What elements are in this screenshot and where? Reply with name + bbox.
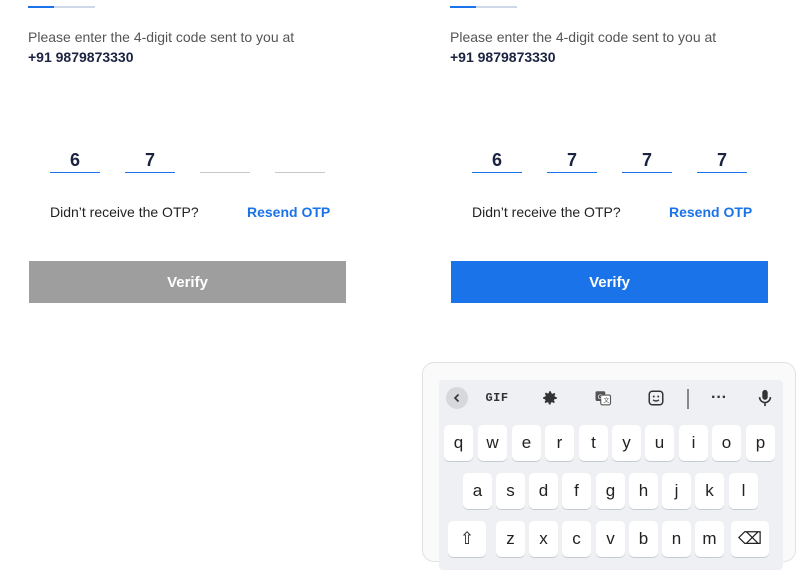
otp-digit-3[interactable]: 7 [622, 149, 672, 173]
key-u[interactable]: u [645, 425, 674, 461]
key-n[interactable]: n [662, 521, 691, 557]
key-f[interactable]: f [562, 473, 591, 509]
key-a[interactable]: a [463, 473, 492, 509]
keyboard-body: GIF G文 ··· q w e r t y u i o p a s d f g… [439, 380, 783, 570]
key-p[interactable]: p [746, 425, 775, 461]
key-k[interactable]: k [695, 473, 724, 509]
instruction-label: Please enter the 4-digit code sent to yo… [450, 29, 717, 45]
otp-digit-2[interactable]: 7 [547, 149, 597, 173]
key-y[interactable]: y [612, 425, 641, 461]
key-m[interactable]: m [695, 521, 724, 557]
instruction-text: Please enter the 4-digit code sent to yo… [450, 27, 716, 67]
instruction-text: Please enter the 4-digit code sent to yo… [28, 27, 294, 67]
back-icon[interactable] [439, 380, 475, 416]
otp-digit-1[interactable]: 6 [50, 149, 100, 173]
otp-digit-4[interactable]: 7 [697, 149, 747, 173]
verify-button[interactable]: Verify [29, 261, 346, 303]
instruction-label: Please enter the 4-digit code sent to yo… [28, 29, 295, 45]
key-e[interactable]: e [512, 425, 541, 461]
otp-digit-1[interactable]: 6 [472, 149, 522, 173]
key-i[interactable]: i [679, 425, 708, 461]
more-icon[interactable]: ··· [701, 380, 737, 416]
microphone-icon[interactable] [747, 380, 783, 416]
soft-keyboard: GIF G文 ··· q w e r t y u i o p a s d f g… [422, 362, 796, 570]
gif-label: GIF [485, 391, 509, 405]
key-x[interactable]: x [529, 521, 558, 557]
otp-digit-3[interactable] [200, 149, 250, 173]
phone-number: +91 9879873330 [450, 49, 556, 65]
didnt-receive-text: Didn’t receive the OTP? [50, 204, 199, 220]
progress-bar [450, 6, 517, 8]
svg-text:G: G [598, 394, 603, 401]
progress-fill [450, 6, 476, 8]
progress-fill [28, 6, 54, 8]
key-r[interactable]: r [545, 425, 574, 461]
key-l[interactable]: l [729, 473, 758, 509]
shift-key[interactable]: ⇧ [448, 521, 486, 557]
otp-digit-2[interactable]: 7 [125, 149, 175, 173]
progress-bar [28, 6, 95, 8]
sticker-icon[interactable] [638, 380, 674, 416]
key-c[interactable]: c [562, 521, 591, 557]
phone-number: +91 9879873330 [28, 49, 134, 65]
key-b[interactable]: b [629, 521, 658, 557]
resend-otp-link[interactable]: Resend OTP [669, 204, 752, 220]
key-z[interactable]: z [496, 521, 525, 557]
key-d[interactable]: d [529, 473, 558, 509]
key-w[interactable]: w [478, 425, 507, 461]
key-g[interactable]: g [596, 473, 625, 509]
key-o[interactable]: o [712, 425, 741, 461]
didnt-receive-text: Didn’t receive the OTP? [472, 204, 621, 220]
otp-screen-partial: Please enter the 4-digit code sent to yo… [28, 0, 388, 540]
settings-icon[interactable] [532, 380, 568, 416]
key-j[interactable]: j [662, 473, 691, 509]
key-h[interactable]: h [629, 473, 658, 509]
resend-otp-link[interactable]: Resend OTP [247, 204, 330, 220]
key-s[interactable]: s [496, 473, 525, 509]
key-t[interactable]: t [579, 425, 608, 461]
svg-text:文: 文 [603, 397, 609, 405]
key-q[interactable]: q [444, 425, 473, 461]
key-v[interactable]: v [596, 521, 625, 557]
verify-button[interactable]: Verify [451, 261, 768, 303]
otp-digit-4[interactable] [275, 149, 325, 173]
backspace-key[interactable]: ⌫ [731, 521, 769, 557]
translate-icon[interactable]: G文 [585, 380, 621, 416]
gif-button[interactable]: GIF [479, 380, 515, 416]
toolbar-divider [687, 389, 689, 409]
